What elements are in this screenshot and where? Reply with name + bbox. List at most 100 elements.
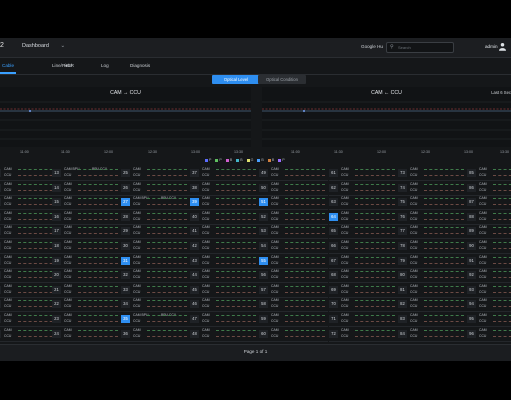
- port-cell[interactable]: 76 CAM CCU: [398, 210, 467, 225]
- port-cell[interactable]: 94 CAM CCU: [467, 297, 511, 313]
- legend-item[interactable]: B: [236, 158, 243, 162]
- port-cell[interactable]: 31 CAM CCU: [121, 254, 190, 269]
- legend-item[interactable]: B: [267, 158, 274, 162]
- port-cell[interactable]: 29 CAM CCU: [121, 224, 190, 240]
- port-cell[interactable]: 96 CAM CCU: [467, 327, 511, 342]
- port-cell[interactable]: 23 CAM CCU: [52, 312, 121, 327]
- port-cell[interactable]: 28 CAM CCU: [121, 210, 190, 225]
- port-cell[interactable]: 38 CAM CCU: [190, 181, 259, 196]
- port-cell[interactable]: 55 CAM CCU: [259, 254, 328, 269]
- port-cell[interactable]: 84 CAM CCU: [398, 327, 467, 342]
- port-cell[interactable]: 32 CAM CCU: [121, 268, 190, 284]
- port-cell[interactable]: 22 CAM CCU: [52, 297, 121, 313]
- legend-item[interactable]: P: [278, 158, 285, 162]
- port-cell[interactable]: 51 CAM CCU: [259, 195, 328, 211]
- toggle-optical-level[interactable]: Optical Level: [212, 75, 260, 84]
- port-cell[interactable]: 13 CAM BPU CCU BPU CCU: [52, 166, 121, 181]
- port-cell[interactable]: 53 CAM CCU: [259, 224, 328, 240]
- port-cell[interactable]: 54 CAM CCU: [259, 239, 328, 254]
- port-cell[interactable]: 18 CAM CCU: [52, 239, 121, 254]
- port-cell[interactable]: 37 CAM CCU: [190, 166, 259, 181]
- port-cell[interactable]: 19 CAM CCU: [52, 254, 121, 269]
- port-cell[interactable]: 72 CAM CCU: [329, 327, 398, 342]
- port-cell[interactable]: 15 CAM CCU: [52, 195, 121, 211]
- port-cell[interactable]: 67 CAM CCU: [329, 254, 398, 269]
- port-cell[interactable]: 34 CAM CCU: [121, 297, 190, 313]
- port-cell[interactable]: 40 CAM CCU: [190, 210, 259, 225]
- port-cell[interactable]: 92 CAM CCU: [467, 268, 511, 284]
- username[interactable]: admin: [485, 44, 498, 49]
- port-cell[interactable]: 46 CAM CCU: [190, 297, 259, 313]
- port-cell[interactable]: 60 CAM CCU: [259, 327, 328, 342]
- port-cell[interactable]: 85 CAM CCU: [467, 166, 511, 181]
- port-cell[interactable]: 30 CAM CCU: [121, 239, 190, 254]
- port-cell[interactable]: 17 CAM CCU: [52, 224, 121, 240]
- tab-hdr[interactable]: HDR: [64, 63, 74, 68]
- port-cell[interactable]: 14 CAM CCU: [52, 181, 121, 196]
- legend-item[interactable]: G: [246, 158, 253, 162]
- port-cell[interactable]: 21 CAM CCU: [52, 283, 121, 298]
- port-cell[interactable]: 80 CAM CCU: [398, 268, 467, 284]
- port-cell[interactable]: 36 CAM CCU: [121, 327, 190, 342]
- port-cell[interactable]: 70 CAM CCU: [329, 297, 398, 313]
- port-cell[interactable]: 79 CAM CCU: [398, 254, 467, 269]
- port-cell[interactable]: 91 CAM CCU: [467, 254, 511, 269]
- port-cell[interactable]: 25 CAM CCU: [121, 166, 190, 181]
- port-cell[interactable]: 81 CAM CCU: [398, 283, 467, 298]
- port-cell[interactable]: 75 CAM CCU: [398, 195, 467, 211]
- port-cell[interactable]: 90 CAM CCU: [467, 239, 511, 254]
- port-cell[interactable]: 86 CAM CCU: [467, 181, 511, 196]
- port-cell[interactable]: 82 CAM CCU: [398, 297, 467, 313]
- toggle-optical-condition[interactable]: Optical Condition: [258, 75, 306, 84]
- port-cell[interactable]: 69 CAM CCU: [329, 283, 398, 298]
- legend-item[interactable]: B: [225, 158, 232, 162]
- port-cell[interactable]: 87 CAM CCU: [467, 195, 511, 211]
- port-cell[interactable]: 61 CAM CCU: [329, 166, 398, 181]
- port-cell[interactable]: 71 CAM CCU: [329, 312, 398, 327]
- port-cell[interactable]: 58 CAM CCU: [259, 297, 328, 313]
- dashboard-selector[interactable]: Dashboard ⌄: [22, 43, 65, 49]
- port-cell[interactable]: 89 CAM CCU: [467, 224, 511, 240]
- port-cell[interactable]: 41 CAM CCU: [190, 224, 259, 240]
- search-input[interactable]: ⚲ Search: [386, 42, 454, 53]
- tab-diagnosis[interactable]: Diagnosis: [130, 63, 150, 68]
- port-cell[interactable]: 49 CAM CCU: [259, 166, 328, 181]
- port-cell[interactable]: 65 CAM CCU: [329, 224, 398, 240]
- port-cell[interactable]: 42 CAM CCU: [190, 239, 259, 254]
- legend-item[interactable]: B: [257, 158, 264, 162]
- port-cell[interactable]: 48 CAM CCU: [190, 327, 259, 342]
- port-cell[interactable]: 47 CAM CCU: [190, 312, 259, 327]
- port-cell[interactable]: 39 CAM CCU: [190, 195, 259, 211]
- port-cell[interactable]: 24 CAM CCU: [52, 327, 121, 342]
- user-icon[interactable]: [499, 42, 506, 51]
- port-cell[interactable]: 20 CAM CCU: [52, 268, 121, 284]
- port-cell[interactable]: 63 CAM CCU: [329, 195, 398, 211]
- port-cell[interactable]: 83 CAM CCU: [398, 312, 467, 327]
- port-cell[interactable]: 33 CAM CCU: [121, 283, 190, 298]
- port-cell[interactable]: 26 CAM CCU: [121, 181, 190, 196]
- port-cell[interactable]: 45 CAM CCU: [190, 283, 259, 298]
- port-cell[interactable]: 43 CAM CCU: [190, 254, 259, 269]
- port-cell[interactable]: 66 CAM CCU: [329, 239, 398, 254]
- port-cell[interactable]: 74 CAM CCU: [398, 181, 467, 196]
- port-cell[interactable]: 27 CAM BPU CCU BPU CCU: [121, 195, 190, 211]
- port-cell[interactable]: 50 CAM CCU: [259, 181, 328, 196]
- tab-cable[interactable]: Cable: [2, 63, 14, 68]
- port-cell[interactable]: 35 CAM BPU CCU BPU CCU: [121, 312, 190, 327]
- port-cell[interactable]: 64 CAM CCU: [329, 210, 398, 225]
- port-cell[interactable]: 59 CAM CCU: [259, 312, 328, 327]
- port-cell[interactable]: 68 CAM CCU: [329, 268, 398, 284]
- legend-item[interactable]: P: [205, 158, 211, 162]
- port-cell[interactable]: 95 CAM CCU: [467, 312, 511, 327]
- port-cell[interactable]: 93 CAM CCU: [467, 283, 511, 298]
- port-cell[interactable]: 62 CAM CCU: [329, 181, 398, 196]
- tab-log[interactable]: Log: [101, 63, 109, 68]
- port-cell[interactable]: 88 CAM CCU: [467, 210, 511, 225]
- port-cell[interactable]: 57 CAM CCU: [259, 283, 328, 298]
- port-cell[interactable]: 16 CAM CCU: [52, 210, 121, 225]
- port-cell[interactable]: 52 CAM CCU: [259, 210, 328, 225]
- port-cell[interactable]: 77 CAM CCU: [398, 224, 467, 240]
- port-cell[interactable]: 44 CAM CCU: [190, 268, 259, 284]
- legend-item[interactable]: P: [215, 158, 222, 162]
- port-cell[interactable]: 78 CAM CCU: [398, 239, 467, 254]
